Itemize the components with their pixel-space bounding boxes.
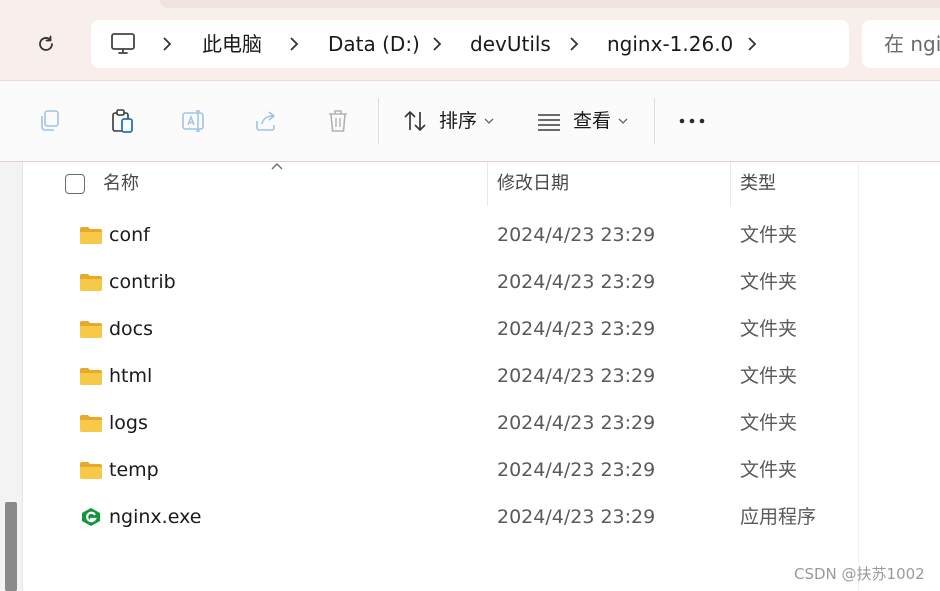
file-type: 文件夹 bbox=[740, 271, 798, 293]
file-modified: 2024/4/23 23:29 bbox=[497, 318, 656, 340]
folder-icon bbox=[80, 274, 102, 291]
column-header-name[interactable]: 名称 bbox=[103, 171, 139, 197]
details-pane-edge bbox=[858, 162, 859, 591]
file-name[interactable]: conf bbox=[109, 222, 150, 249]
chevron-down-icon[interactable] bbox=[484, 117, 494, 125]
chevron-right-icon[interactable] bbox=[745, 36, 759, 52]
file-modified: 2024/4/23 23:29 bbox=[497, 224, 656, 246]
file-type: 文件夹 bbox=[740, 318, 798, 340]
file-type: 文件夹 bbox=[740, 224, 798, 246]
breadcrumb-devutils[interactable]: devUtils bbox=[470, 30, 551, 58]
file-modified: 2024/4/23 23:29 bbox=[497, 412, 656, 434]
file-type: 文件夹 bbox=[740, 412, 798, 434]
file-modified: 2024/4/23 23:29 bbox=[497, 506, 656, 528]
paste-icon[interactable] bbox=[108, 107, 136, 135]
search-placeholder: 在 ngi bbox=[884, 32, 940, 56]
breadcrumb-data-drive[interactable]: Data (D:) bbox=[328, 30, 420, 58]
refresh-button[interactable] bbox=[30, 28, 62, 60]
breadcrumb-this-pc[interactable]: 此电脑 bbox=[202, 30, 262, 58]
chevron-right-icon[interactable] bbox=[160, 36, 174, 52]
file-name[interactable]: temp bbox=[109, 457, 159, 484]
more-options-icon[interactable] bbox=[676, 108, 708, 134]
view-button[interactable]: 查看 bbox=[573, 108, 611, 134]
folder-icon bbox=[80, 321, 102, 338]
column-divider[interactable] bbox=[730, 162, 731, 206]
list-item-conf[interactable]: conf 2024/4/23 23:29 文件夹 bbox=[23, 212, 858, 259]
toolbar-divider bbox=[378, 98, 379, 144]
file-name[interactable]: nginx.exe bbox=[109, 504, 201, 531]
file-modified: 2024/4/23 23:29 bbox=[497, 459, 656, 481]
tab-strip-edge bbox=[160, 0, 940, 8]
list-item-logs[interactable]: logs 2024/4/23 23:29 文件夹 bbox=[23, 400, 858, 447]
breadcrumb-nginx-folder[interactable]: nginx-1.26.0 bbox=[607, 30, 733, 58]
file-name[interactable]: html bbox=[109, 363, 152, 390]
watermark: CSDN @扶苏1002 bbox=[794, 565, 925, 583]
delete-icon[interactable] bbox=[324, 107, 352, 135]
list-item-nginx-exe[interactable]: nginx.exe 2024/4/23 23:29 应用程序 bbox=[23, 494, 858, 541]
chevron-right-icon[interactable] bbox=[430, 36, 444, 52]
nginx-app-icon bbox=[82, 508, 100, 526]
column-header-modified[interactable]: 修改日期 bbox=[497, 171, 569, 197]
file-type: 应用程序 bbox=[740, 506, 817, 528]
file-name[interactable]: logs bbox=[109, 410, 148, 437]
folder-icon bbox=[80, 368, 102, 385]
sort-button[interactable]: 排序 bbox=[439, 108, 477, 134]
list-item-contrib[interactable]: contrib 2024/4/23 23:29 文件夹 bbox=[23, 259, 858, 306]
sort-icon[interactable] bbox=[401, 107, 429, 135]
sort-ascending-icon bbox=[271, 163, 283, 170]
file-name[interactable]: docs bbox=[109, 316, 153, 343]
folder-icon bbox=[80, 415, 102, 432]
chevron-right-icon[interactable] bbox=[287, 36, 301, 52]
column-header-row bbox=[23, 162, 940, 206]
file-name[interactable]: contrib bbox=[109, 269, 176, 296]
this-pc-icon[interactable] bbox=[110, 32, 136, 56]
view-icon[interactable] bbox=[535, 107, 563, 135]
column-header-type[interactable]: 类型 bbox=[740, 171, 776, 197]
list-item-temp[interactable]: temp 2024/4/23 23:29 文件夹 bbox=[23, 447, 858, 494]
toolbar-divider bbox=[654, 98, 655, 144]
select-all-checkbox[interactable] bbox=[65, 174, 85, 194]
refresh-icon bbox=[39, 35, 53, 51]
file-type: 文件夹 bbox=[740, 365, 798, 387]
chevron-down-icon[interactable] bbox=[618, 117, 628, 125]
rename-icon[interactable] bbox=[180, 107, 208, 135]
navigation-scrollbar[interactable] bbox=[5, 502, 17, 591]
list-item-docs[interactable]: docs 2024/4/23 23:29 文件夹 bbox=[23, 306, 858, 353]
folder-icon bbox=[80, 462, 102, 479]
chevron-right-icon[interactable] bbox=[567, 36, 581, 52]
folder-icon bbox=[80, 227, 102, 244]
copy-icon[interactable] bbox=[36, 107, 64, 135]
column-divider[interactable] bbox=[487, 162, 488, 206]
file-modified: 2024/4/23 23:29 bbox=[497, 365, 656, 387]
list-item-html[interactable]: html 2024/4/23 23:29 文件夹 bbox=[23, 353, 858, 400]
share-icon[interactable] bbox=[252, 107, 280, 135]
file-modified: 2024/4/23 23:29 bbox=[497, 271, 656, 293]
file-type: 文件夹 bbox=[740, 459, 798, 481]
